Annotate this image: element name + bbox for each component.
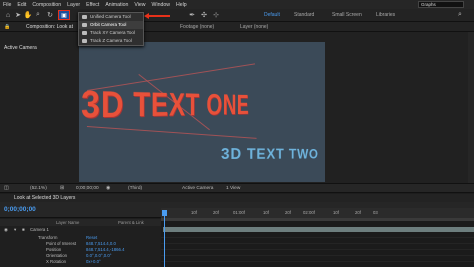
menu-file[interactable]: File: [3, 2, 11, 8]
flyout-item-orbit-camera[interactable]: Orbit Camera Tool: [79, 21, 143, 29]
property-label: Point of Interest: [46, 241, 77, 246]
property-value[interactable]: 848.7,514.4,-1866.4: [86, 247, 124, 252]
menu-view[interactable]: View: [134, 2, 145, 8]
views-dropdown[interactable]: 1 View: [226, 186, 240, 191]
property-value[interactable]: 0x+0.0°: [86, 259, 101, 264]
annotation-arrow-head: [144, 13, 149, 19]
ruler-mark: 20f: [285, 210, 291, 215]
snapshot-icon[interactable]: ◉: [106, 186, 110, 191]
tools-panel: ⌂ ➤ ✋ ⌕ ↻ ▣ ✒ ✣ ⊹ Default Standard Small…: [0, 9, 474, 22]
track-row: [161, 256, 474, 262]
menu-edit[interactable]: Edit: [17, 2, 26, 8]
work-area-bar[interactable]: [161, 218, 474, 221]
layer-list: ◉ ▾ ■ Camera 1 Transform Reset Point of …: [0, 226, 161, 267]
ruler-mark: 03: [373, 210, 378, 215]
menu-animation[interactable]: Animation: [105, 2, 128, 8]
composition-canvas[interactable]: 3D TEXT ONE 3D TEXT TWO: [79, 42, 325, 182]
playhead-line: [164, 216, 165, 267]
menu-help[interactable]: Help: [176, 2, 187, 8]
ruler-mark: 10f: [333, 210, 339, 215]
rotate-tool-icon[interactable]: ↻: [46, 11, 54, 19]
camera-icon: [82, 23, 87, 27]
workspace-small-screen[interactable]: Small Screen: [332, 12, 362, 18]
snapping-icon[interactable]: ⊹: [212, 11, 220, 19]
camera-dropdown[interactable]: Active Camera: [182, 186, 213, 191]
timeline-column-headers: Layer Name Parent & Link: [0, 219, 161, 226]
hand-tool-icon[interactable]: ✋: [24, 11, 33, 19]
preview-icon[interactable]: ◫: [4, 186, 9, 191]
grid-icon[interactable]: ⊞: [60, 186, 64, 191]
tab-composition[interactable]: Composition: Look at: [26, 24, 73, 30]
menu-bar: File Edit Composition Layer Effect Anima…: [0, 0, 474, 9]
tab-footage[interactable]: Footage (none): [180, 24, 214, 30]
camera-guide-line: [86, 126, 257, 139]
property-value[interactable]: Reset: [86, 235, 97, 240]
camera-icon: [82, 31, 87, 35]
property-value[interactable]: 0.0°,0.0°,0.0°: [86, 253, 111, 258]
layer-row-camera[interactable]: ◉ ▾ ■ Camera 1: [0, 227, 161, 233]
property-value[interactable]: 848.7,514.4,0.0: [86, 241, 116, 246]
viewer-timecode[interactable]: 0;00;00;00: [76, 186, 99, 191]
panel-tab-bar: 🔒 Composition: Look at Footage (none) La…: [0, 22, 474, 32]
zoom-tool-icon[interactable]: ⌕: [34, 11, 42, 19]
home-icon[interactable]: ⌂: [4, 11, 12, 19]
flyout-item-unified-camera[interactable]: Unified Camera Tool: [79, 13, 143, 21]
camera-icon: ■: [22, 227, 25, 232]
camera-layer-bar[interactable]: [163, 227, 474, 232]
workspace-libraries[interactable]: Libraries: [376, 12, 395, 18]
zoom-dropdown[interactable]: (52.1%): [30, 186, 47, 191]
text-layer-one[interactable]: 3D TEXT ONE: [81, 83, 249, 127]
timeline-tab-bar: Look at Selected 3D Layers: [0, 194, 474, 202]
selection-tool-icon[interactable]: ➤: [14, 11, 22, 19]
active-camera-label: Active Camera: [4, 45, 37, 51]
puppet-tool-icon[interactable]: ✣: [200, 11, 208, 19]
eye-icon[interactable]: ◉: [4, 227, 8, 233]
annotation-arrow: [146, 15, 170, 17]
menu-layer[interactable]: Layer: [67, 2, 80, 8]
search-input[interactable]: Graphs: [418, 1, 464, 8]
property-row[interactable]: X Rotation 0x+0.0°: [0, 259, 161, 265]
menu-composition[interactable]: Composition: [32, 2, 61, 8]
camera-icon: [82, 15, 87, 19]
menu-effect[interactable]: Effect: [86, 2, 99, 8]
property-label: Transform: [38, 235, 58, 240]
camera-icon: [82, 39, 87, 43]
property-label: Orientation: [46, 253, 68, 258]
workspace-default[interactable]: Default: [264, 12, 280, 18]
timeline-timecode[interactable]: 0;00;00;00: [4, 206, 36, 213]
ruler-mark: 02:00f: [303, 210, 315, 215]
ruler-mark: 20f: [355, 210, 361, 215]
flyout-item-track-xy-camera[interactable]: Track XY Camera Tool: [79, 29, 143, 37]
ruler-mark: 10f: [191, 210, 197, 215]
chevron-down-icon[interactable]: ▾: [14, 227, 16, 233]
property-label: X Rotation: [46, 259, 67, 264]
ruler-mark: 01:00f: [233, 210, 245, 215]
camera-tool-flyout: Unified Camera Tool Orbit Camera Tool Tr…: [78, 12, 144, 46]
lock-icon[interactable]: 🔒: [4, 24, 10, 30]
text-layer-two[interactable]: 3D TEXT TWO: [221, 146, 319, 164]
camera-tool-icon[interactable]: ▣: [58, 10, 70, 20]
column-parent[interactable]: Parent & Link: [118, 220, 144, 225]
viewer-controls-bar: ◫ (52.1%) ⊞ 0;00;00;00 ◉ (Third) Active …: [0, 183, 474, 193]
column-layer-name[interactable]: Layer Name: [56, 220, 79, 225]
property-label: Position: [46, 247, 62, 252]
workspace-standard[interactable]: Standard: [294, 12, 314, 18]
layer-name[interactable]: Camera 1: [30, 227, 49, 232]
tab-timeline[interactable]: Look at Selected 3D Layers: [14, 195, 75, 201]
search-icon[interactable]: ⌕: [456, 11, 464, 19]
viewer-side-panel: [468, 32, 474, 183]
menu-window[interactable]: Window: [152, 2, 170, 8]
flyout-item-track-z-camera[interactable]: Track Z Camera Tool: [79, 37, 143, 45]
pen-tool-icon[interactable]: ✒: [188, 11, 196, 19]
tab-layer[interactable]: Layer (none): [240, 24, 268, 30]
ruler-mark: 20f: [213, 210, 219, 215]
time-ruler[interactable]: 0f 10f 20f 01:00f 10f 20f 02:00f 10f 20f…: [161, 208, 474, 218]
resolution-dropdown[interactable]: (Third): [128, 186, 142, 191]
ruler-mark: 10f: [263, 210, 269, 215]
